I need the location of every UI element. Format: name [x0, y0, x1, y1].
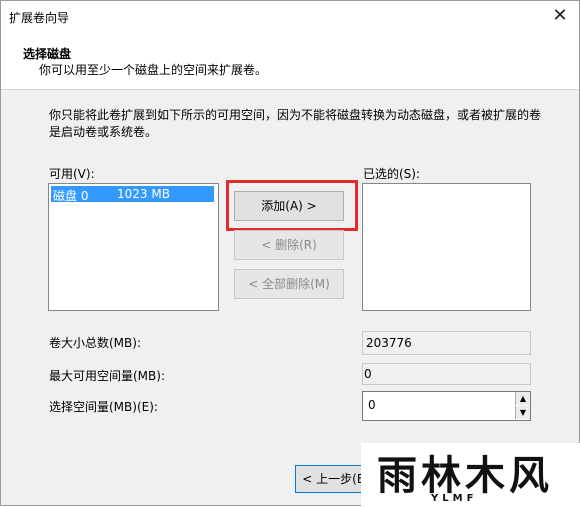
title-bar: 扩展卷向导 ✕: [1, 1, 579, 31]
select-space-value: 0: [368, 398, 376, 412]
total-size-field: 203776: [362, 331, 531, 355]
max-space-value: 0: [364, 367, 372, 381]
select-space-stepper[interactable]: 0 ▲ ▼: [362, 391, 531, 421]
watermark-subtext: YLMF: [431, 493, 478, 504]
selected-label: 已选的(S):: [363, 167, 421, 181]
remove-button[interactable]: < 删除(R): [234, 230, 344, 260]
wizard-header: 选择磁盘 你可以用至少一个磁盘上的空间来扩展卷。: [1, 31, 579, 90]
total-size-value: 203776: [366, 336, 412, 350]
watermark-logo: 雨林木风 YLMF: [361, 443, 580, 507]
disk-size: 1023 MB: [117, 187, 170, 201]
total-size-label: 卷大小总数(MB):: [49, 336, 141, 350]
list-item[interactable]: 磁盘 0 1023 MB: [51, 186, 214, 203]
available-disk-list[interactable]: 磁盘 0 1023 MB: [48, 183, 219, 311]
add-button[interactable]: 添加(A) >: [234, 191, 344, 221]
disk-name: 磁盘 0: [53, 189, 89, 203]
page-subtitle: 你可以用至少一个磁盘上的空间来扩展卷。: [39, 63, 268, 77]
max-space-label: 最大可用空间量(MB):: [49, 369, 165, 383]
spin-up-icon[interactable]: ▲: [515, 392, 530, 405]
description-text: 你只能将此卷扩展到如下所示的可用空间，因为不能将磁盘转换为动态磁盘，或者被扩展的…: [49, 108, 542, 139]
select-space-label: 选择空间量(MB)(E):: [49, 400, 158, 414]
remove-all-button[interactable]: < 全部删除(M): [234, 269, 344, 299]
close-icon[interactable]: ✕: [549, 5, 571, 27]
selected-disk-list[interactable]: [362, 183, 531, 311]
page-title: 选择磁盘: [23, 47, 72, 61]
window-title: 扩展卷向导: [9, 11, 70, 25]
available-label: 可用(V):: [49, 167, 95, 181]
max-space-field: 0: [362, 363, 531, 385]
extend-volume-wizard-window: 扩展卷向导 ✕ 选择磁盘 你可以用至少一个磁盘上的空间来扩展卷。 你只能将此卷扩…: [0, 0, 580, 507]
spin-down-icon[interactable]: ▼: [515, 406, 530, 419]
